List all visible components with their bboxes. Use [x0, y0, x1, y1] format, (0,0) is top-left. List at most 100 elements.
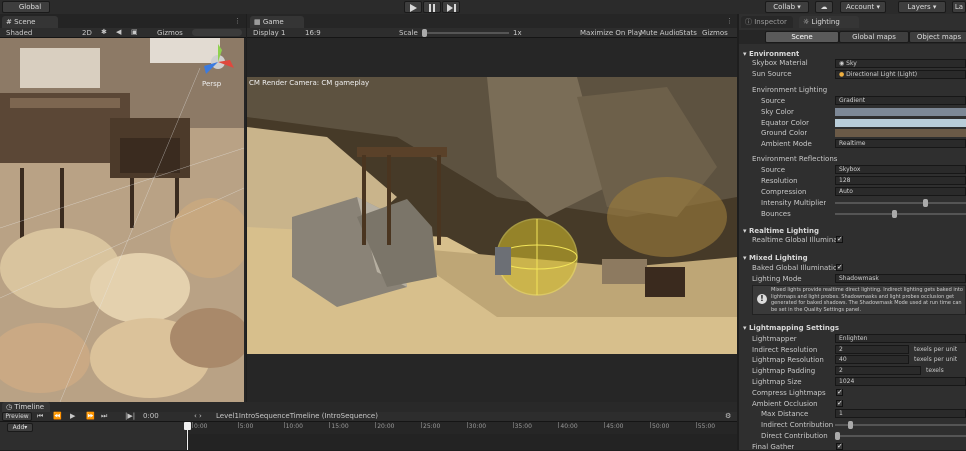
final-gather-checkbox[interactable]: ✓: [836, 443, 843, 450]
collab-dropdown[interactable]: Collab ▾: [765, 1, 809, 13]
indirect-res-input[interactable]: 2: [835, 345, 909, 354]
main-toolbar: Global Collab ▾ ☁ Account ▾ Layers ▾ La: [0, 0, 966, 14]
mute-audio-toggle[interactable]: Mute Audio: [640, 29, 680, 37]
lightmapping-section-header[interactable]: ▾ Lightmapping Settings: [743, 324, 839, 332]
game-viewport[interactable]: CM Render Camera: CM gameplay: [247, 77, 737, 354]
skybox-field[interactable]: ◉ Sky: [835, 59, 966, 68]
realtime-gi-checkbox[interactable]: ✓: [836, 236, 843, 243]
tab-inspector[interactable]: ⓘ Inspector: [741, 16, 793, 28]
prev-asset-icon[interactable]: ‹ ›: [194, 412, 202, 420]
play-icon: [410, 4, 417, 12]
play-range-icon[interactable]: |▶|: [125, 412, 135, 420]
sun-source-field[interactable]: ● Directional Light (Light): [835, 70, 966, 79]
game-toolbar: Display 1 16:9 Scale 1x Maximize On Play…: [247, 28, 737, 38]
timeline-ruler[interactable]: 0:00 5:00 10:00 15:00 20:00 25:00 30:00 35:00 40…: [186, 422, 737, 434]
lightmap-res-input[interactable]: 40: [835, 355, 909, 364]
baked-gi-label: Baked Global Illumination: [752, 264, 836, 272]
aspect-dropdown[interactable]: 16:9: [305, 29, 321, 37]
env-source-value: Gradient: [839, 97, 866, 104]
timeline-tick-label: 50:00: [652, 423, 670, 430]
realtime-section-header[interactable]: ▾ Realtime Lighting: [743, 227, 819, 235]
refl-source-dropdown[interactable]: Skybox: [835, 165, 966, 174]
tab-timeline[interactable]: ◷ Timeline: [2, 402, 50, 412]
pivot-global-toggle[interactable]: Global: [2, 1, 50, 13]
timeline-tick: [421, 422, 422, 428]
mixed-help-text: Mixed lights provide realtime direct lig…: [771, 287, 963, 313]
timeline-tick-label: 30:00: [468, 423, 487, 430]
subtab-scene[interactable]: Scene: [765, 31, 839, 43]
indirect-contrib-thumb[interactable]: [847, 421, 853, 429]
audio-toggle-icon[interactable]: ◀: [116, 28, 121, 36]
direct-contrib-slider[interactable]: [835, 432, 966, 440]
scene-gizmos-dropdown[interactable]: Gizmos: [157, 29, 183, 37]
lighting-mode-dropdown[interactable]: Shadowmask: [835, 274, 966, 283]
mixed-section-header[interactable]: ▾ Mixed Lighting: [743, 254, 808, 262]
equator-color-swatch[interactable]: [835, 119, 966, 127]
tab-game[interactable]: ▦ Game: [250, 16, 304, 28]
mode-2d-toggle[interactable]: 2D: [82, 29, 92, 37]
scale-slider[interactable]: [422, 29, 509, 37]
maximize-on-play-toggle[interactable]: Maximize On Play: [580, 29, 642, 37]
baked-gi-checkbox[interactable]: ✓: [836, 264, 843, 271]
stats-toggle[interactable]: Stats: [679, 29, 697, 37]
axis-gizmo-icon: [204, 44, 234, 74]
env-source-dropdown[interactable]: Gradient: [835, 96, 966, 105]
bounces-slider[interactable]: [835, 210, 966, 218]
collab-label: Collab: [773, 3, 796, 11]
next-frame-icon[interactable]: ⏩: [86, 412, 95, 420]
tab-lighting[interactable]: ☼ Lighting: [799, 16, 859, 28]
compression-dropdown[interactable]: Auto: [835, 187, 966, 196]
intensity-slider-thumb[interactable]: [923, 199, 929, 207]
timeline-settings-icon[interactable]: ⚙: [725, 412, 731, 420]
resolution-dropdown[interactable]: 128: [835, 176, 966, 185]
direct-contrib-label: Direct Contribution: [761, 432, 828, 440]
scene-viewport[interactable]: Persp: [0, 38, 244, 402]
timeline-play-icon[interactable]: ▶: [70, 412, 75, 420]
ao-checkbox[interactable]: ✓: [836, 400, 843, 407]
compress-checkbox[interactable]: ✓: [836, 389, 843, 396]
equator-color-label: Equator Color: [761, 119, 809, 127]
bounces-slider-thumb[interactable]: [891, 210, 897, 218]
play-button[interactable]: [404, 1, 422, 13]
scene-orientation-gizmo[interactable]: Persp: [196, 40, 240, 88]
step-button[interactable]: [442, 1, 460, 13]
shading-mode-dropdown[interactable]: Shaded: [6, 29, 32, 37]
ambient-mode-dropdown[interactable]: Realtime: [835, 139, 966, 148]
environment-section-header[interactable]: ▾ Environment: [743, 50, 799, 58]
go-to-start-icon[interactable]: ⏮: [37, 412, 43, 421]
account-dropdown[interactable]: Account ▾: [840, 1, 886, 13]
display-dropdown[interactable]: Display 1: [253, 29, 285, 37]
add-track-button[interactable]: Add▾: [7, 423, 33, 432]
pause-button[interactable]: [423, 1, 441, 13]
cloud-button[interactable]: ☁: [815, 1, 833, 13]
effects-toggle-icon[interactable]: ▣: [131, 28, 138, 36]
lightmapper-dropdown[interactable]: Enlighten: [835, 334, 966, 343]
subtab-bar: Scene Global maps Object maps: [739, 30, 966, 44]
layout-label: La: [954, 3, 964, 11]
prev-frame-icon[interactable]: ⏪: [53, 412, 62, 420]
max-distance-input[interactable]: 1: [835, 409, 966, 418]
sky-color-swatch[interactable]: [835, 108, 966, 116]
direct-contrib-thumb[interactable]: [835, 432, 840, 440]
subtab-global-maps[interactable]: Global maps: [839, 31, 909, 43]
lighting-toggle-icon[interactable]: ✱: [101, 28, 107, 36]
go-to-end-icon[interactable]: ⏭: [101, 412, 107, 421]
indirect-contrib-slider[interactable]: [835, 421, 966, 429]
timeline-track-area[interactable]: [186, 434, 737, 450]
tab-scene[interactable]: # Scene: [2, 16, 58, 28]
intensity-slider[interactable]: [835, 199, 966, 207]
layers-dropdown[interactable]: Layers ▾: [898, 1, 946, 13]
panel-menu-icon[interactable]: ⋮: [234, 17, 241, 25]
game-panel-menu-icon[interactable]: ⋮: [726, 17, 733, 25]
preview-toggle[interactable]: Preview: [2, 412, 32, 421]
scene-search-field[interactable]: [192, 29, 242, 36]
subtab-object-maps[interactable]: Object maps: [909, 31, 966, 43]
layout-dropdown[interactable]: La: [952, 1, 966, 13]
light-icon: ●: [839, 71, 845, 78]
playhead-handle[interactable]: [184, 422, 191, 430]
lightmap-size-dropdown[interactable]: 1024: [835, 377, 966, 386]
scale-slider-thumb[interactable]: [422, 29, 427, 37]
ground-color-swatch[interactable]: [835, 129, 966, 137]
padding-input[interactable]: 2: [835, 366, 921, 375]
game-gizmos-dropdown[interactable]: Gizmos: [702, 29, 728, 37]
